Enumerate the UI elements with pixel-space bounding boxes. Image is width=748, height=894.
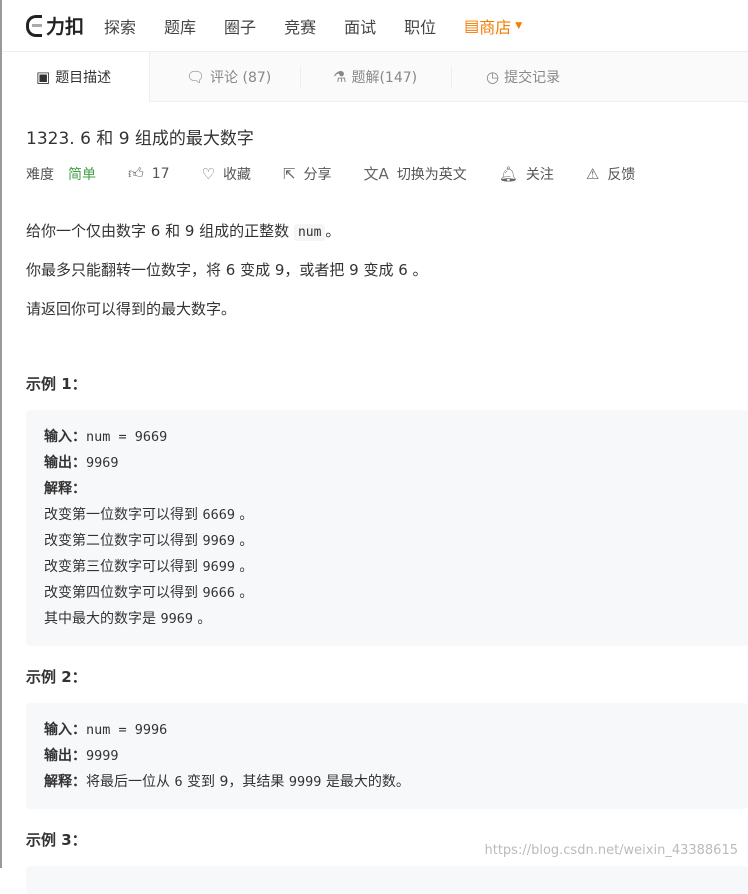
flask-icon: ⚗ <box>333 67 347 86</box>
feedback-icon: ⚠ <box>585 164 600 183</box>
tab-comments[interactable]: 🗨 评论 (87) <box>150 52 300 101</box>
explain-line: 其中最大的数字是 9969 。 <box>44 606 730 632</box>
logo-text: 力扣 <box>46 16 85 38</box>
nav-interview[interactable]: 面试 <box>344 14 376 38</box>
follow-label: 关注 <box>525 166 554 183</box>
tab-label: 提交记录 <box>504 69 561 86</box>
tab-label: 题解(147) <box>351 69 418 86</box>
text: 改变第四位数字可以得到 <box>44 585 203 601</box>
heart-icon: ♡ <box>201 164 215 183</box>
example-2-title: 示例 2： <box>26 668 87 686</box>
explain-line: 改变第四位数字可以得到 9666 。 <box>44 580 730 606</box>
text: 。 <box>192 611 212 627</box>
comment-icon: 🗨 <box>186 67 206 86</box>
favorite-label: 收藏 <box>222 166 251 183</box>
leetcode-logo-icon <box>26 14 42 37</box>
tab-description[interactable]: ▣ 题目描述 <box>2 52 150 102</box>
text: 给你一个仅由数字 6 和 9 组成的正整数 <box>26 222 294 240</box>
clock-icon: ◷ <box>486 67 500 86</box>
example-1-title: 示例 1： <box>26 375 87 393</box>
desc-paragraph: 请返回你可以得到的最大数字。 <box>26 300 237 318</box>
share-icon: ⇱ <box>282 164 296 183</box>
difficulty-value: 简单 <box>68 166 96 183</box>
store-icon: ▤ <box>464 16 480 35</box>
text: ，其结果 <box>228 774 289 790</box>
like-count: 17 <box>151 165 170 182</box>
explain-line: 改变第一位数字可以得到 6669 。 <box>44 502 730 528</box>
number: 9699 <box>202 559 235 575</box>
text: 将最后一位从 <box>86 774 175 790</box>
like-button[interactable]: 👍︎ 17 <box>128 164 170 183</box>
text: 改变第一位数字可以得到 <box>44 507 203 523</box>
watermark: https://blog.csdn.net/weixin_43388615 <box>484 843 738 858</box>
text: 是最大的数。 <box>321 774 410 790</box>
favorite-button[interactable]: ♡ 收藏 <box>202 164 251 184</box>
number: 9969 <box>160 611 193 627</box>
text: 。 <box>234 585 254 601</box>
shop-label: 商店 <box>479 17 512 37</box>
text: 。 <box>234 507 254 523</box>
switch-language-button[interactable]: 文A 切换为英文 <box>364 163 467 184</box>
text: 其中最大的数字是 <box>44 611 161 627</box>
problem-title: 1323. 6 和 9 组成的最大数字 <box>26 129 254 149</box>
share-label: 分享 <box>303 166 332 183</box>
text: 改变第三位数字可以得到 <box>44 559 203 575</box>
input-value: num = 9996 <box>86 722 168 738</box>
text: 改变第二位数字可以得到 <box>44 533 203 549</box>
feedback-label: 反馈 <box>607 166 636 183</box>
nav-problems[interactable]: 题库 <box>164 14 196 38</box>
nav-contest[interactable]: 竞赛 <box>284 14 316 38</box>
number: 9969 <box>202 533 235 549</box>
problem-description: 给你一个仅由数字 6 和 9 组成的正整数 num。 你最多只能翻转一位数字，将… <box>26 220 748 319</box>
logo[interactable]: 力扣 <box>26 12 84 39</box>
description-icon: ▣ <box>36 68 51 86</box>
difficulty: 难度 简单 <box>26 164 96 184</box>
explain-line: 改变第二位数字可以得到 9969 。 <box>44 528 730 554</box>
follow-button[interactable]: 🔔︎ 关注 <box>499 164 554 184</box>
tab-label: 评论 (87) <box>210 69 272 86</box>
nav-explore[interactable]: 探索 <box>104 14 136 38</box>
text: 。 <box>234 559 254 575</box>
tab-submissions[interactable]: ◷ 提交记录 <box>452 52 580 101</box>
output-value: 9969 <box>86 455 119 471</box>
input-label: 输入： <box>44 722 86 738</box>
top-nav: 力扣 探索 题库 圈子 竞赛 面试 职位 ▤ 商店 ▼ <box>2 0 748 52</box>
explain-label: 解释： <box>44 774 86 790</box>
tab-label: 题目描述 <box>55 70 112 86</box>
tab-solutions[interactable]: ⚗ 题解(147) <box>301 52 451 101</box>
number: 9666 <box>202 585 235 601</box>
nav-jobs[interactable]: 职位 <box>404 14 436 38</box>
share-button[interactable]: ⇱ 分享 <box>283 164 332 184</box>
nav-circle[interactable]: 圈子 <box>224 14 256 38</box>
explain-line: 改变第三位数字可以得到 9699 。 <box>44 554 730 580</box>
explain-label: 解释： <box>44 481 86 497</box>
tab-bar: ▣ 题目描述 🗨 评论 (87) ⚗ 题解(147) ◷ 提交记录 <box>2 52 748 102</box>
number: 6669 <box>202 507 235 523</box>
switch-language-label: 切换为英文 <box>396 166 467 183</box>
input-value: num = 9669 <box>86 429 168 445</box>
number: 6 <box>174 774 183 790</box>
desc-paragraph: 你最多只能翻转一位数字，将 6 变成 9，或者把 9 变成 6 。 <box>26 261 428 279</box>
caret-down-icon: ▼ <box>515 20 523 31</box>
desc-paragraph: 给你一个仅由数字 6 和 9 组成的正整数 num。 <box>26 220 748 241</box>
inline-code: num <box>293 224 326 241</box>
problem-meta: 难度 简单 👍︎ 17 ♡ 收藏 ⇱ 分享 文A 切换为英文 🔔︎ 关注 ⚠ 反馈 <box>26 163 748 184</box>
text: 。 <box>325 222 341 240</box>
translate-icon: 文A <box>363 165 389 183</box>
text: 。 <box>234 533 254 549</box>
output-label: 输出： <box>44 455 86 471</box>
thumbs-up-icon: 👍︎ <box>128 164 144 182</box>
number: 9999 <box>288 774 322 790</box>
example-3-block <box>26 866 748 894</box>
nav-shop[interactable]: ▤ 商店 ▼ <box>464 14 522 38</box>
output-value: 9999 <box>86 748 119 764</box>
input-label: 输入： <box>44 429 86 445</box>
feedback-button[interactable]: ⚠ 反馈 <box>586 164 635 184</box>
difficulty-label: 难度 <box>26 166 54 183</box>
output-label: 输出： <box>44 748 86 764</box>
text: 变到 <box>182 774 220 790</box>
example-2-block: 输入：num = 9996 输出：9999 解释：将最后一位从 6 变到 9，其… <box>26 703 748 809</box>
bell-icon: 🔔︎ <box>498 164 518 183</box>
example-1-block: 输入：num = 9669 输出：9969 解释： 改变第一位数字可以得到 66… <box>26 410 748 646</box>
